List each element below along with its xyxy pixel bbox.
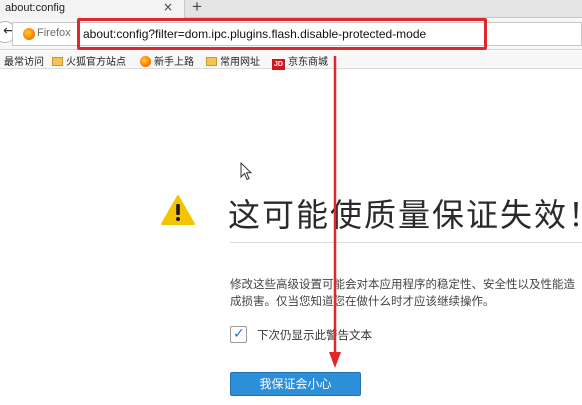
show-warning-checkbox[interactable]: ✓: [230, 326, 247, 343]
warning-description: 修改这些高级设置可能会对本应用程序的稳定性、安全性以及性能造成损害。仅当您知道您…: [230, 277, 575, 308]
tab-about-config[interactable]: about:config ×: [0, 0, 185, 18]
bookmark-label: 新手上路: [154, 57, 194, 68]
bookmark-common-sites[interactable]: 常用网址: [206, 53, 260, 68]
divider: [230, 242, 582, 243]
bookmarks-toolbar: 最常访问 火狐官方站点 新手上路 常用网址 JD 京东商城: [0, 51, 582, 70]
show-warning-label[interactable]: 下次仍显示此警告文本: [257, 327, 372, 343]
mouse-cursor-icon: [240, 162, 253, 181]
firefox-icon: [140, 56, 151, 67]
folder-icon: [52, 57, 63, 66]
browser-window: about:config × + ← Firefox about:config?…: [0, 0, 582, 405]
bookmark-label: 最常访问: [4, 57, 44, 68]
bookmark-label: 常用网址: [220, 57, 260, 68]
bookmark-label: 京东商城: [288, 57, 328, 68]
firefox-icon: [23, 28, 35, 40]
url-bar[interactable]: Firefox about:config?filter=dom.ipc.plug…: [12, 18, 582, 50]
about-config-warning-page: 这可能使质量保证失效！ 修改这些高级设置可能会对本应用程序的稳定性、安全性以及性…: [0, 70, 582, 405]
jd-icon: JD: [272, 59, 285, 70]
bookmark-label: 火狐官方站点: [66, 57, 126, 68]
bookmark-jd[interactable]: JD 京东商城: [272, 53, 328, 70]
url-highlight-box: [77, 18, 487, 50]
identity-label: Firefox: [37, 27, 71, 39]
bookmark-most-visited[interactable]: 最常访问: [4, 53, 44, 68]
check-icon: ✓: [233, 326, 245, 342]
warning-title: 这可能使质量保证失效！: [228, 196, 582, 234]
close-icon[interactable]: ×: [163, 0, 173, 14]
bookmark-official-site[interactable]: 火狐官方站点: [52, 53, 126, 68]
accept-risk-button[interactable]: 我保证会小心: [230, 372, 361, 396]
warning-icon: [161, 195, 195, 225]
tab-strip: about:config × +: [0, 0, 582, 18]
folder-icon: [206, 57, 217, 66]
navigation-bar: ← Firefox about:config?filter=dom.ipc.pl…: [0, 18, 582, 50]
new-tab-icon[interactable]: +: [192, 0, 202, 17]
bookmark-getting-started[interactable]: 新手上路: [140, 53, 194, 68]
tab-title: about:config: [5, 2, 65, 14]
